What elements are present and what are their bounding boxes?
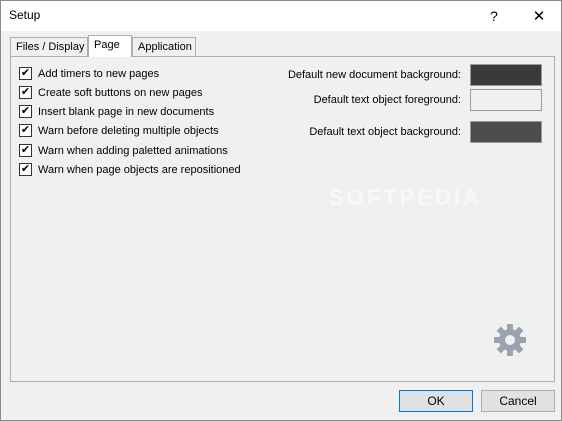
option-add-timers[interactable]: ✔ Add timers to new pages	[19, 67, 159, 80]
option-warn-reposition[interactable]: ✔ Warn when page objects are repositione…	[19, 163, 241, 176]
text-background-label: Default text object background:	[309, 126, 461, 138]
checkbox[interactable]: ✔	[19, 67, 32, 80]
tab-application[interactable]: Application	[132, 37, 196, 57]
title-bar: Setup ? ✕	[1, 1, 561, 31]
option-blank-page[interactable]: ✔ Insert blank page in new documents	[19, 105, 214, 118]
tab-files-display[interactable]: Files / Display	[10, 37, 88, 57]
doc-background-label: Default new document background:	[287, 69, 461, 81]
option-label: Create soft buttons on new pages	[38, 86, 203, 99]
ok-button[interactable]: OK	[399, 390, 473, 412]
option-label: Warn before deleting multiple objects	[38, 124, 219, 137]
close-button[interactable]: ✕	[517, 1, 561, 31]
option-label: Warn when adding paletted animations	[38, 144, 228, 157]
window-title: Setup	[9, 8, 41, 22]
tab-page[interactable]: Page	[88, 35, 132, 57]
checkbox[interactable]: ✔	[19, 144, 32, 157]
text-background-swatch[interactable]	[470, 121, 542, 143]
text-foreground-label: Default text object foreground:	[313, 94, 461, 106]
option-label: Add timers to new pages	[38, 67, 160, 80]
option-label: Insert blank page in new documents	[38, 105, 215, 118]
setup-dialog: Setup ? ✕ Files / Display Page Applicati…	[0, 0, 562, 421]
checkbox[interactable]: ✔	[19, 163, 32, 176]
option-warn-delete[interactable]: ✔ Warn before deleting multiple objects	[19, 124, 219, 137]
page-tab-panel: ✔ Add timers to new pages ✔ Create soft …	[10, 56, 555, 382]
softpedia-watermark: SOFTPEDIA	[329, 185, 482, 210]
option-warn-animations[interactable]: ✔ Warn when adding paletted animations	[19, 144, 228, 157]
gear-icon[interactable]	[492, 322, 528, 358]
cancel-button[interactable]: Cancel	[481, 390, 555, 412]
doc-background-swatch[interactable]	[470, 64, 542, 86]
checkbox[interactable]: ✔	[19, 124, 32, 137]
option-label: Warn when page objects are repositioned	[38, 163, 241, 176]
help-button[interactable]: ?	[471, 1, 517, 31]
text-foreground-swatch[interactable]	[470, 89, 542, 111]
checkbox[interactable]: ✔	[19, 86, 32, 99]
checkbox[interactable]: ✔	[19, 105, 32, 118]
option-soft-buttons[interactable]: ✔ Create soft buttons on new pages	[19, 86, 203, 99]
